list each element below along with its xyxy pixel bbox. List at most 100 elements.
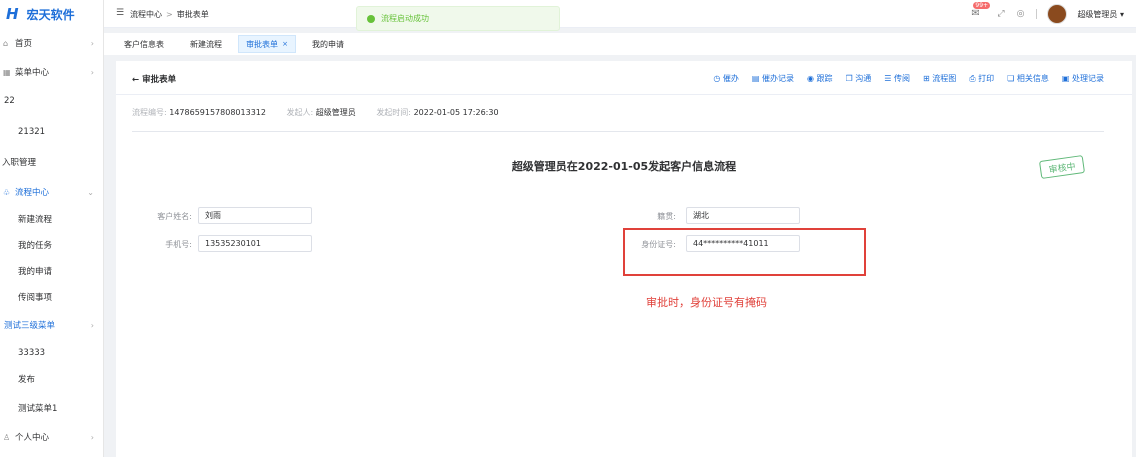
tab-label: 客户信息表 bbox=[124, 39, 164, 49]
avatar[interactable] bbox=[1047, 4, 1068, 24]
divider bbox=[132, 131, 1104, 132]
phone-field[interactable]: 13535230101 bbox=[198, 235, 312, 252]
sidebar-item-test-menu1[interactable]: 测试菜单1 bbox=[0, 396, 104, 420]
origin-label: 籍贯: bbox=[657, 212, 676, 221]
related-info-button[interactable]: ❏ 相关信息 bbox=[1007, 73, 1049, 84]
process-record-button[interactable]: ▣ 处理记录 bbox=[1062, 73, 1104, 84]
sidebar-item-circulation[interactable]: 传阅事项 bbox=[0, 285, 104, 309]
sidebar-item-label: 菜单中心 bbox=[15, 68, 50, 78]
flowchart-button[interactable]: ⊞ 流程图 bbox=[923, 73, 956, 84]
chevron-right-icon: › bbox=[90, 320, 94, 330]
sidebar-item-onboarding[interactable]: 入职管理 bbox=[0, 150, 104, 174]
tab-bar: 客户信息表 新建流程 审批表单 × 我的申请 bbox=[104, 33, 1136, 55]
action-label: 催办 bbox=[722, 74, 739, 83]
bell-icon: ✉ bbox=[971, 8, 980, 19]
chevron-right-icon: › bbox=[90, 432, 94, 442]
chevron-right-icon: › bbox=[90, 38, 94, 48]
sidebar-item-personal-center[interactable]: ♙ 个人中心 › bbox=[0, 425, 104, 449]
action-label: 沟通 bbox=[855, 74, 872, 83]
sidebar-item-new-process[interactable]: 新建流程 bbox=[0, 207, 104, 231]
brand-logo[interactable]: H 宏天软件 bbox=[0, 0, 103, 28]
sidebar-item-label: 首页 bbox=[15, 39, 33, 49]
sidebar-item-label: 21321 bbox=[18, 127, 46, 137]
breadcrumb: 流程中心 > 审批表单 bbox=[130, 9, 209, 20]
sidebar-item-process-center[interactable]: ♧ 流程中心 ⌄ bbox=[0, 180, 104, 204]
customer-name-field[interactable]: 刘雨 bbox=[198, 207, 312, 224]
sidebar-item-my-tasks[interactable]: 我的任务 bbox=[0, 233, 104, 257]
tab-label: 我的申请 bbox=[312, 39, 344, 49]
menu-toggle-icon[interactable]: ☰ bbox=[116, 8, 124, 18]
sidebar-item-label: 22 bbox=[4, 96, 15, 106]
track-icon: ◉ bbox=[807, 74, 814, 83]
close-icon[interactable]: × bbox=[282, 40, 288, 48]
tab-customer-info[interactable]: 客户信息表 bbox=[116, 35, 172, 53]
sidebar-item-home[interactable]: ⌂ 首页 › bbox=[0, 31, 104, 55]
info-icon: ❏ bbox=[1007, 74, 1015, 83]
sidebar-item-label: 我的任务 bbox=[18, 241, 53, 251]
sidebar: H 宏天软件 ⌂ 首页 › ▦ 菜单中心 › 22 21321 入职管理 ♧ 流… bbox=[0, 0, 104, 457]
sidebar-item-label: 发布 bbox=[18, 375, 36, 385]
form-title: 超级管理员在2022-01-05发起客户信息流程 bbox=[511, 160, 737, 173]
tab-my-requests[interactable]: 我的申请 bbox=[302, 35, 354, 53]
fullscreen-icon[interactable]: ⤢ bbox=[997, 9, 1004, 19]
sidebar-item-my-requests[interactable]: 我的申请 bbox=[0, 259, 104, 283]
share-icon: ☰ bbox=[884, 74, 892, 83]
sidebar-item-label: 入职管理 bbox=[2, 158, 37, 168]
sidebar-item-label: 新建流程 bbox=[18, 215, 53, 225]
sidebar-item-label: 测试菜单1 bbox=[18, 404, 58, 414]
action-label: 跟踪 bbox=[816, 74, 833, 83]
clock-icon: ◷ bbox=[713, 74, 721, 83]
top-header: ☰ 流程中心 > 审批表单 ✉ 99+ ⤢ ◎ 超级管理员 ▾ bbox=[104, 0, 1136, 28]
action-label: 打印 bbox=[978, 74, 995, 83]
chat-icon: ❐ bbox=[845, 74, 853, 83]
urge-button[interactable]: ◷ 催办 bbox=[713, 73, 739, 84]
circulate-button[interactable]: ☰ 传阅 bbox=[884, 73, 910, 84]
action-label: 相关信息 bbox=[1016, 74, 1049, 83]
flow-icon: ⊞ bbox=[922, 74, 930, 83]
tab-approval-form[interactable]: 审批表单 × bbox=[238, 35, 296, 53]
grid-icon: ▦ bbox=[3, 67, 11, 77]
action-bar: ◷ 催办 ▤ 催办记录 ◉ 跟踪 ❐ 沟通 ☰ 传阅 ⊞ 流程图 ⎙ 打印 ❏ … bbox=[700, 73, 1104, 84]
start-time-label: 发起时间: bbox=[376, 108, 412, 117]
success-toast: 流程启动成功 bbox=[356, 6, 560, 31]
sidebar-item-publish[interactable]: 发布 bbox=[0, 367, 104, 391]
process-no-label: 流程编号: bbox=[132, 108, 167, 117]
notification-badge: 99+ bbox=[973, 2, 991, 9]
user-name: 超级管理员 bbox=[1077, 9, 1118, 19]
user-menu[interactable]: 超级管理员 ▾ bbox=[1077, 9, 1124, 20]
sidebar-item-33333[interactable]: 33333 bbox=[0, 341, 104, 365]
sidebar-item-label: 个人中心 bbox=[15, 433, 50, 443]
initiator-value: 超级管理员 bbox=[315, 108, 356, 117]
process-icon: ♧ bbox=[3, 187, 11, 197]
sidebar-item-22[interactable]: 22 bbox=[0, 89, 104, 113]
notification-icon[interactable]: ✉ 99+ bbox=[971, 2, 991, 20]
urge-record-button[interactable]: ▤ 催办记录 bbox=[752, 73, 794, 84]
sidebar-item-label: 33333 bbox=[18, 348, 46, 358]
logo-mark: H bbox=[6, 5, 19, 23]
sidebar-item-21321[interactable]: 21321 bbox=[0, 120, 104, 144]
breadcrumb-item[interactable]: 流程中心 bbox=[130, 10, 162, 19]
action-label: 流程图 bbox=[932, 74, 957, 83]
initiator-label: 发起人: bbox=[286, 108, 314, 117]
action-label: 传阅 bbox=[893, 74, 910, 83]
process-no-value: 1478659157808013312 bbox=[169, 108, 266, 117]
back-button[interactable]: ← 审批表单 bbox=[132, 73, 176, 85]
tab-label: 审批表单 bbox=[246, 39, 279, 49]
communicate-button[interactable]: ❐ 沟通 bbox=[846, 73, 872, 84]
sidebar-item-test-level3[interactable]: 测试三级菜单 › bbox=[0, 313, 104, 337]
user-icon: ♙ bbox=[3, 432, 11, 442]
print-button[interactable]: ⎙ 打印 bbox=[969, 73, 994, 84]
start-time-value: 2022-01-05 17:26:30 bbox=[413, 108, 499, 117]
tab-new-process[interactable]: 新建流程 bbox=[180, 35, 232, 53]
highlight-box bbox=[623, 228, 866, 276]
annotation-text: 审批时，身份证号有掩码 bbox=[646, 296, 767, 309]
back-label: 审批表单 bbox=[142, 75, 177, 85]
origin-field[interactable]: 湖北 bbox=[686, 207, 800, 224]
phone-label: 手机号: bbox=[165, 240, 192, 249]
settings-icon[interactable]: ◎ bbox=[1017, 9, 1025, 19]
chevron-right-icon: › bbox=[90, 67, 94, 77]
track-button[interactable]: ◉ 跟踪 bbox=[807, 73, 833, 84]
chevron-down-icon: ⌄ bbox=[87, 187, 94, 197]
sidebar-item-menu-center[interactable]: ▦ 菜单中心 › bbox=[0, 60, 104, 84]
sidebar-item-label: 测试三级菜单 bbox=[4, 321, 56, 331]
